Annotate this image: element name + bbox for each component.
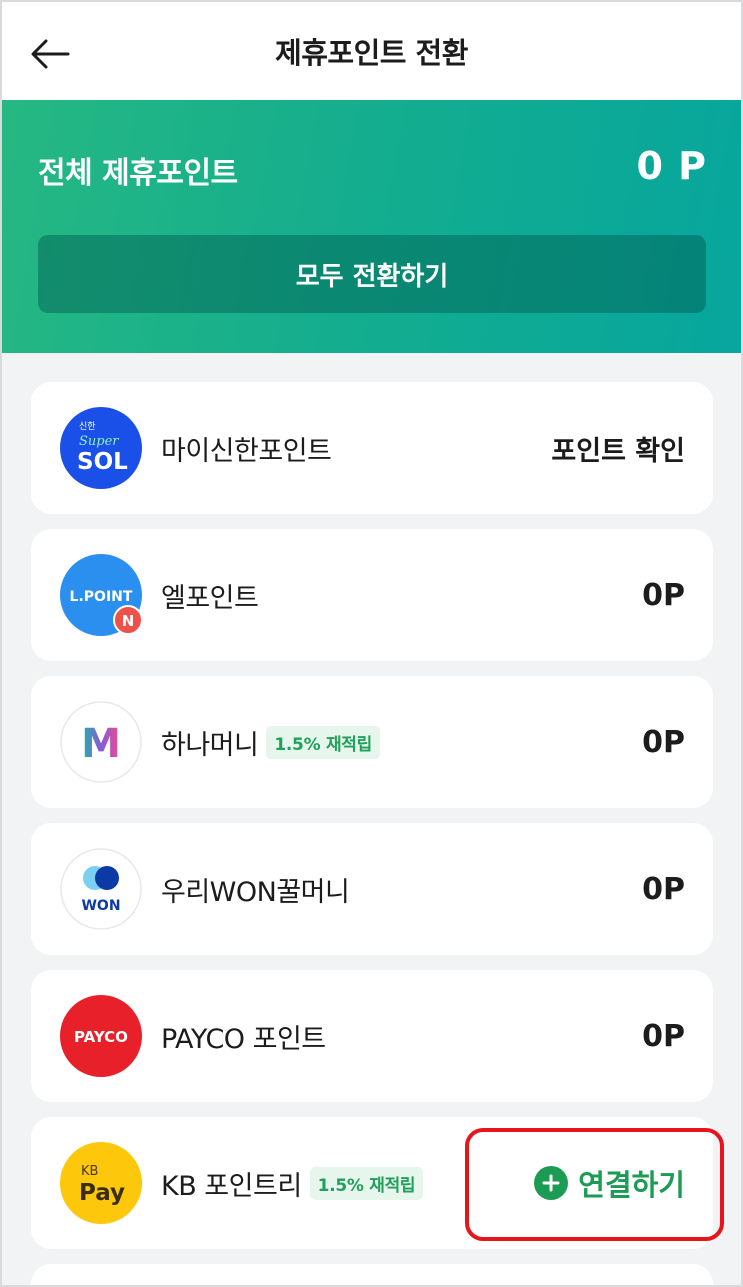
partner-card-hana[interactable]: M 하나머니 1.5% 재적립 0P xyxy=(31,676,713,808)
partner-name: 하나머니 xyxy=(161,729,259,761)
reaccumulate-badge: 1.5% 재적립 xyxy=(266,725,380,759)
partner-points: 0P xyxy=(642,724,685,760)
payco-icon: PAYCO xyxy=(60,995,142,1077)
logo-text-main: M xyxy=(81,721,121,767)
partner-name: 엘포인트 xyxy=(161,582,259,614)
woori-won-icon: WON xyxy=(60,848,142,930)
partner-card-lpoint[interactable]: L.POINT N 엘포인트 0P xyxy=(31,529,713,661)
kb-pay-icon: KB Pay xyxy=(60,1142,142,1224)
total-points-label: 전체 제휴포인트 xyxy=(38,156,238,191)
logo-text-main: PAYCO xyxy=(74,1028,128,1046)
points-summary-panel: 전체 제휴포인트 0 P 모두 전환하기 xyxy=(0,100,743,353)
partner-name: 우리WON꿀머니 xyxy=(161,876,350,908)
connect-label: 연결하기 xyxy=(578,1168,685,1202)
logo-text-main: WON xyxy=(81,898,120,914)
partner-card-kb[interactable]: KB Pay KB 포인트리 1.5% 재적립 연결하기 xyxy=(31,1117,713,1249)
lpoint-icon: L.POINT N xyxy=(60,554,143,636)
partner-card-woori[interactable]: WON 우리WON꿀머니 0P xyxy=(31,823,713,955)
partner-name: 마이신한포인트 xyxy=(161,435,332,467)
logo-text-main: L.POINT xyxy=(70,589,133,605)
partner-card-payco[interactable]: PAYCO PAYCO 포인트 0P xyxy=(31,970,713,1102)
partner-name-group: KB 포인트리 1.5% 재적립 xyxy=(161,1117,424,1249)
shinhan-super-sol-icon: 신한 Super SOL xyxy=(60,407,142,489)
check-points-button[interactable]: 포인트 확인 xyxy=(551,382,685,514)
partner-name: PAYCO 포인트 xyxy=(161,1023,326,1055)
partner-name: KB 포인트리 xyxy=(161,1170,302,1202)
hana-money-icon: M xyxy=(60,701,142,783)
top-app-bar: 제휴포인트 전환 xyxy=(0,0,743,100)
logo-text-small: 신한 xyxy=(79,421,96,432)
reaccumulate-badge: 1.5% 재적립 xyxy=(309,1166,424,1200)
plus-circle-icon xyxy=(534,1166,569,1200)
partner-card-shinhan[interactable]: 신한 Super SOL 마이신한포인트 포인트 확인 xyxy=(31,382,713,514)
logo-text-small: KB xyxy=(81,1164,98,1179)
logo-text-script: Super xyxy=(79,434,119,449)
convert-all-button[interactable]: 모두 전환하기 xyxy=(38,235,706,313)
new-badge: N xyxy=(122,612,135,630)
total-points-value: 0 P xyxy=(636,144,707,188)
partner-points: 0P xyxy=(642,577,685,613)
partner-points: 0P xyxy=(642,871,685,907)
logo-text-main: Pay xyxy=(79,1180,125,1206)
partner-points: 0P xyxy=(642,1018,685,1054)
partner-card-partial[interactable] xyxy=(31,1264,713,1287)
page-title: 제휴포인트 전환 xyxy=(275,36,468,70)
logo-text-main: SOL xyxy=(77,449,128,475)
partner-name-group: 하나머니 1.5% 재적립 xyxy=(161,676,380,808)
connect-button[interactable]: 연결하기 xyxy=(534,1117,685,1249)
